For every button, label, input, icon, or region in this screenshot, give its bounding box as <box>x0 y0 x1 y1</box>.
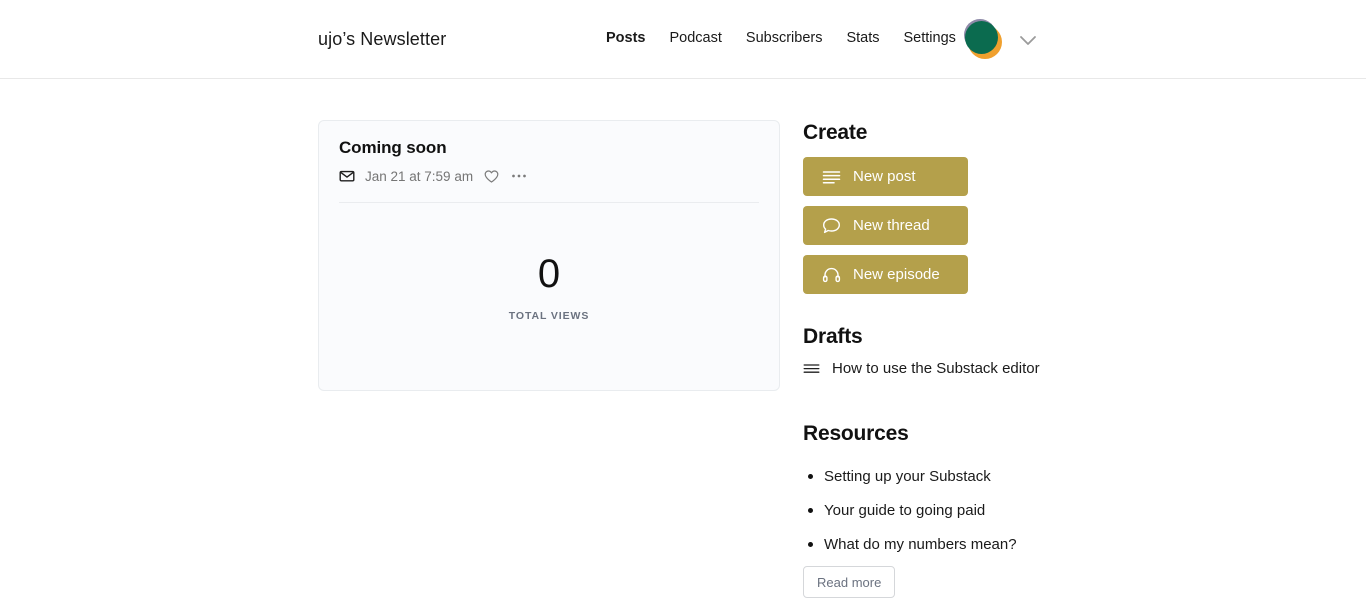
post-card[interactable]: Coming soon Jan 21 at 7:59 am <box>318 120 780 391</box>
nav-item-stats[interactable]: Stats <box>846 30 879 46</box>
drafts-heading: Drafts <box>803 325 862 349</box>
new-episode-button[interactable]: New episode <box>803 255 968 294</box>
chevron-down-icon[interactable] <box>1016 31 1040 49</box>
resource-link-going-paid[interactable]: Your guide to going paid <box>803 493 1017 527</box>
nav-item-podcast[interactable]: Podcast <box>670 30 722 46</box>
resource-label: Setting up your Substack <box>824 468 991 485</box>
publication-title[interactable]: ujo’s Newsletter <box>318 29 446 50</box>
lines-icon <box>803 362 820 376</box>
heart-icon[interactable] <box>483 168 500 185</box>
post-date: Jan 21 at 7:59 am <box>365 169 473 184</box>
total-views-label: TOTAL VIEWS <box>509 310 590 322</box>
site-header: ujo’s Newsletter Posts Podcast Subscribe… <box>0 0 1366 79</box>
new-post-label: New post <box>853 168 916 185</box>
new-thread-button[interactable]: New thread <box>803 206 968 245</box>
resources-list: Setting up your Substack Your guide to g… <box>803 459 1017 561</box>
avatar-face-icon <box>965 21 998 54</box>
resource-link-numbers[interactable]: What do my numbers mean? <box>803 527 1017 561</box>
bullet-icon <box>808 474 813 479</box>
new-post-button[interactable]: New post <box>803 157 968 196</box>
main-navigation: Posts Podcast Subscribers Stats Settings <box>606 30 956 46</box>
new-thread-label: New thread <box>853 217 930 234</box>
nav-item-posts[interactable]: Posts <box>606 30 646 46</box>
resource-link-setup[interactable]: Setting up your Substack <box>803 459 1017 493</box>
create-heading: Create <box>803 121 867 145</box>
bullet-icon <box>808 508 813 513</box>
envelope-icon <box>339 168 355 184</box>
post-title[interactable]: Coming soon <box>339 138 759 158</box>
post-meta: Jan 21 at 7:59 am <box>339 166 759 186</box>
draft-list-item[interactable]: How to use the Substack editor <box>803 360 1040 377</box>
headphones-icon <box>822 266 841 284</box>
nav-item-subscribers[interactable]: Subscribers <box>746 30 823 46</box>
total-views-value: 0 <box>538 254 560 294</box>
new-episode-label: New episode <box>853 266 940 283</box>
dashboard-body: Coming soon Jan 21 at 7:59 am <box>0 79 1366 600</box>
bullet-icon <box>808 542 813 547</box>
avatar[interactable] <box>961 17 1005 61</box>
resource-label: Your guide to going paid <box>824 502 985 519</box>
read-more-button[interactable]: Read more <box>803 566 895 598</box>
speech-bubble-icon <box>822 217 841 235</box>
resources-heading: Resources <box>803 422 909 446</box>
draft-title: How to use the Substack editor <box>832 360 1040 377</box>
post-stats: 0 TOTAL VIEWS <box>319 203 779 390</box>
create-actions: New post New thread Ne <box>803 157 968 294</box>
nav-item-settings[interactable]: Settings <box>904 30 956 46</box>
post-card-header: Coming soon Jan 21 at 7:59 am <box>319 121 779 186</box>
resource-label: What do my numbers mean? <box>824 536 1017 553</box>
ellipsis-icon[interactable] <box>510 168 528 184</box>
lines-icon <box>822 169 841 185</box>
